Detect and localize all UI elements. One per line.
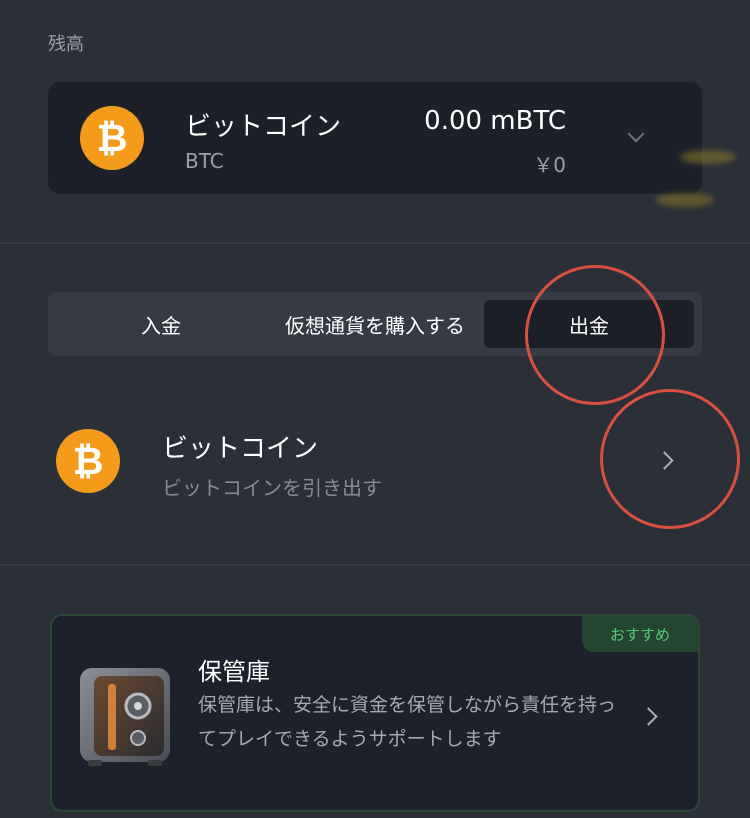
- chevron-right-icon[interactable]: [639, 707, 658, 726]
- tab-buy-crypto[interactable]: 仮想通貨を購入する: [266, 300, 484, 348]
- vault-title: 保管庫: [198, 658, 270, 686]
- coin-name: ビットコイン: [185, 112, 342, 142]
- coin-ticker: BTC: [185, 149, 224, 173]
- balance-label: 残高: [48, 34, 84, 55]
- divider: [0, 242, 750, 244]
- tab-withdraw[interactable]: 出金: [484, 300, 694, 348]
- transaction-tabs: 入金 仮想通貨を購入する 出金: [48, 292, 702, 356]
- safe-icon: [78, 664, 172, 768]
- chevron-right-icon[interactable]: [655, 451, 674, 470]
- balance-amount: 0.00 mBTC: [424, 106, 566, 136]
- vault-description: 保管庫は、安全に資金を保管しながら責任を持ってプレイできるようサポートします: [198, 694, 617, 750]
- chevron-down-icon[interactable]: [627, 125, 645, 143]
- divider: [0, 564, 750, 566]
- row-subtitle: ビットコインを引き出す: [162, 476, 382, 500]
- highlight-mark: [680, 150, 736, 164]
- tab-deposit[interactable]: 入金: [56, 300, 266, 348]
- vault-card[interactable]: おすすめ 保管庫 保管庫は、安全に資金を保管しながら責任を持ってプレイできるよう…: [50, 614, 700, 812]
- recommended-badge: おすすめ: [582, 616, 698, 652]
- bitcoin-icon: ₿: [56, 429, 120, 493]
- bitcoin-icon: ₿: [80, 106, 144, 170]
- row-title: ビットコイン: [162, 434, 319, 464]
- withdraw-bitcoin-row[interactable]: ₿ ビットコイン ビットコインを引き出す: [0, 400, 750, 530]
- balance-fiat: ￥0: [533, 153, 566, 177]
- highlight-mark: [656, 193, 714, 207]
- currency-selector[interactable]: ₿ ビットコイン BTC 0.00 mBTC ￥0: [48, 82, 702, 194]
